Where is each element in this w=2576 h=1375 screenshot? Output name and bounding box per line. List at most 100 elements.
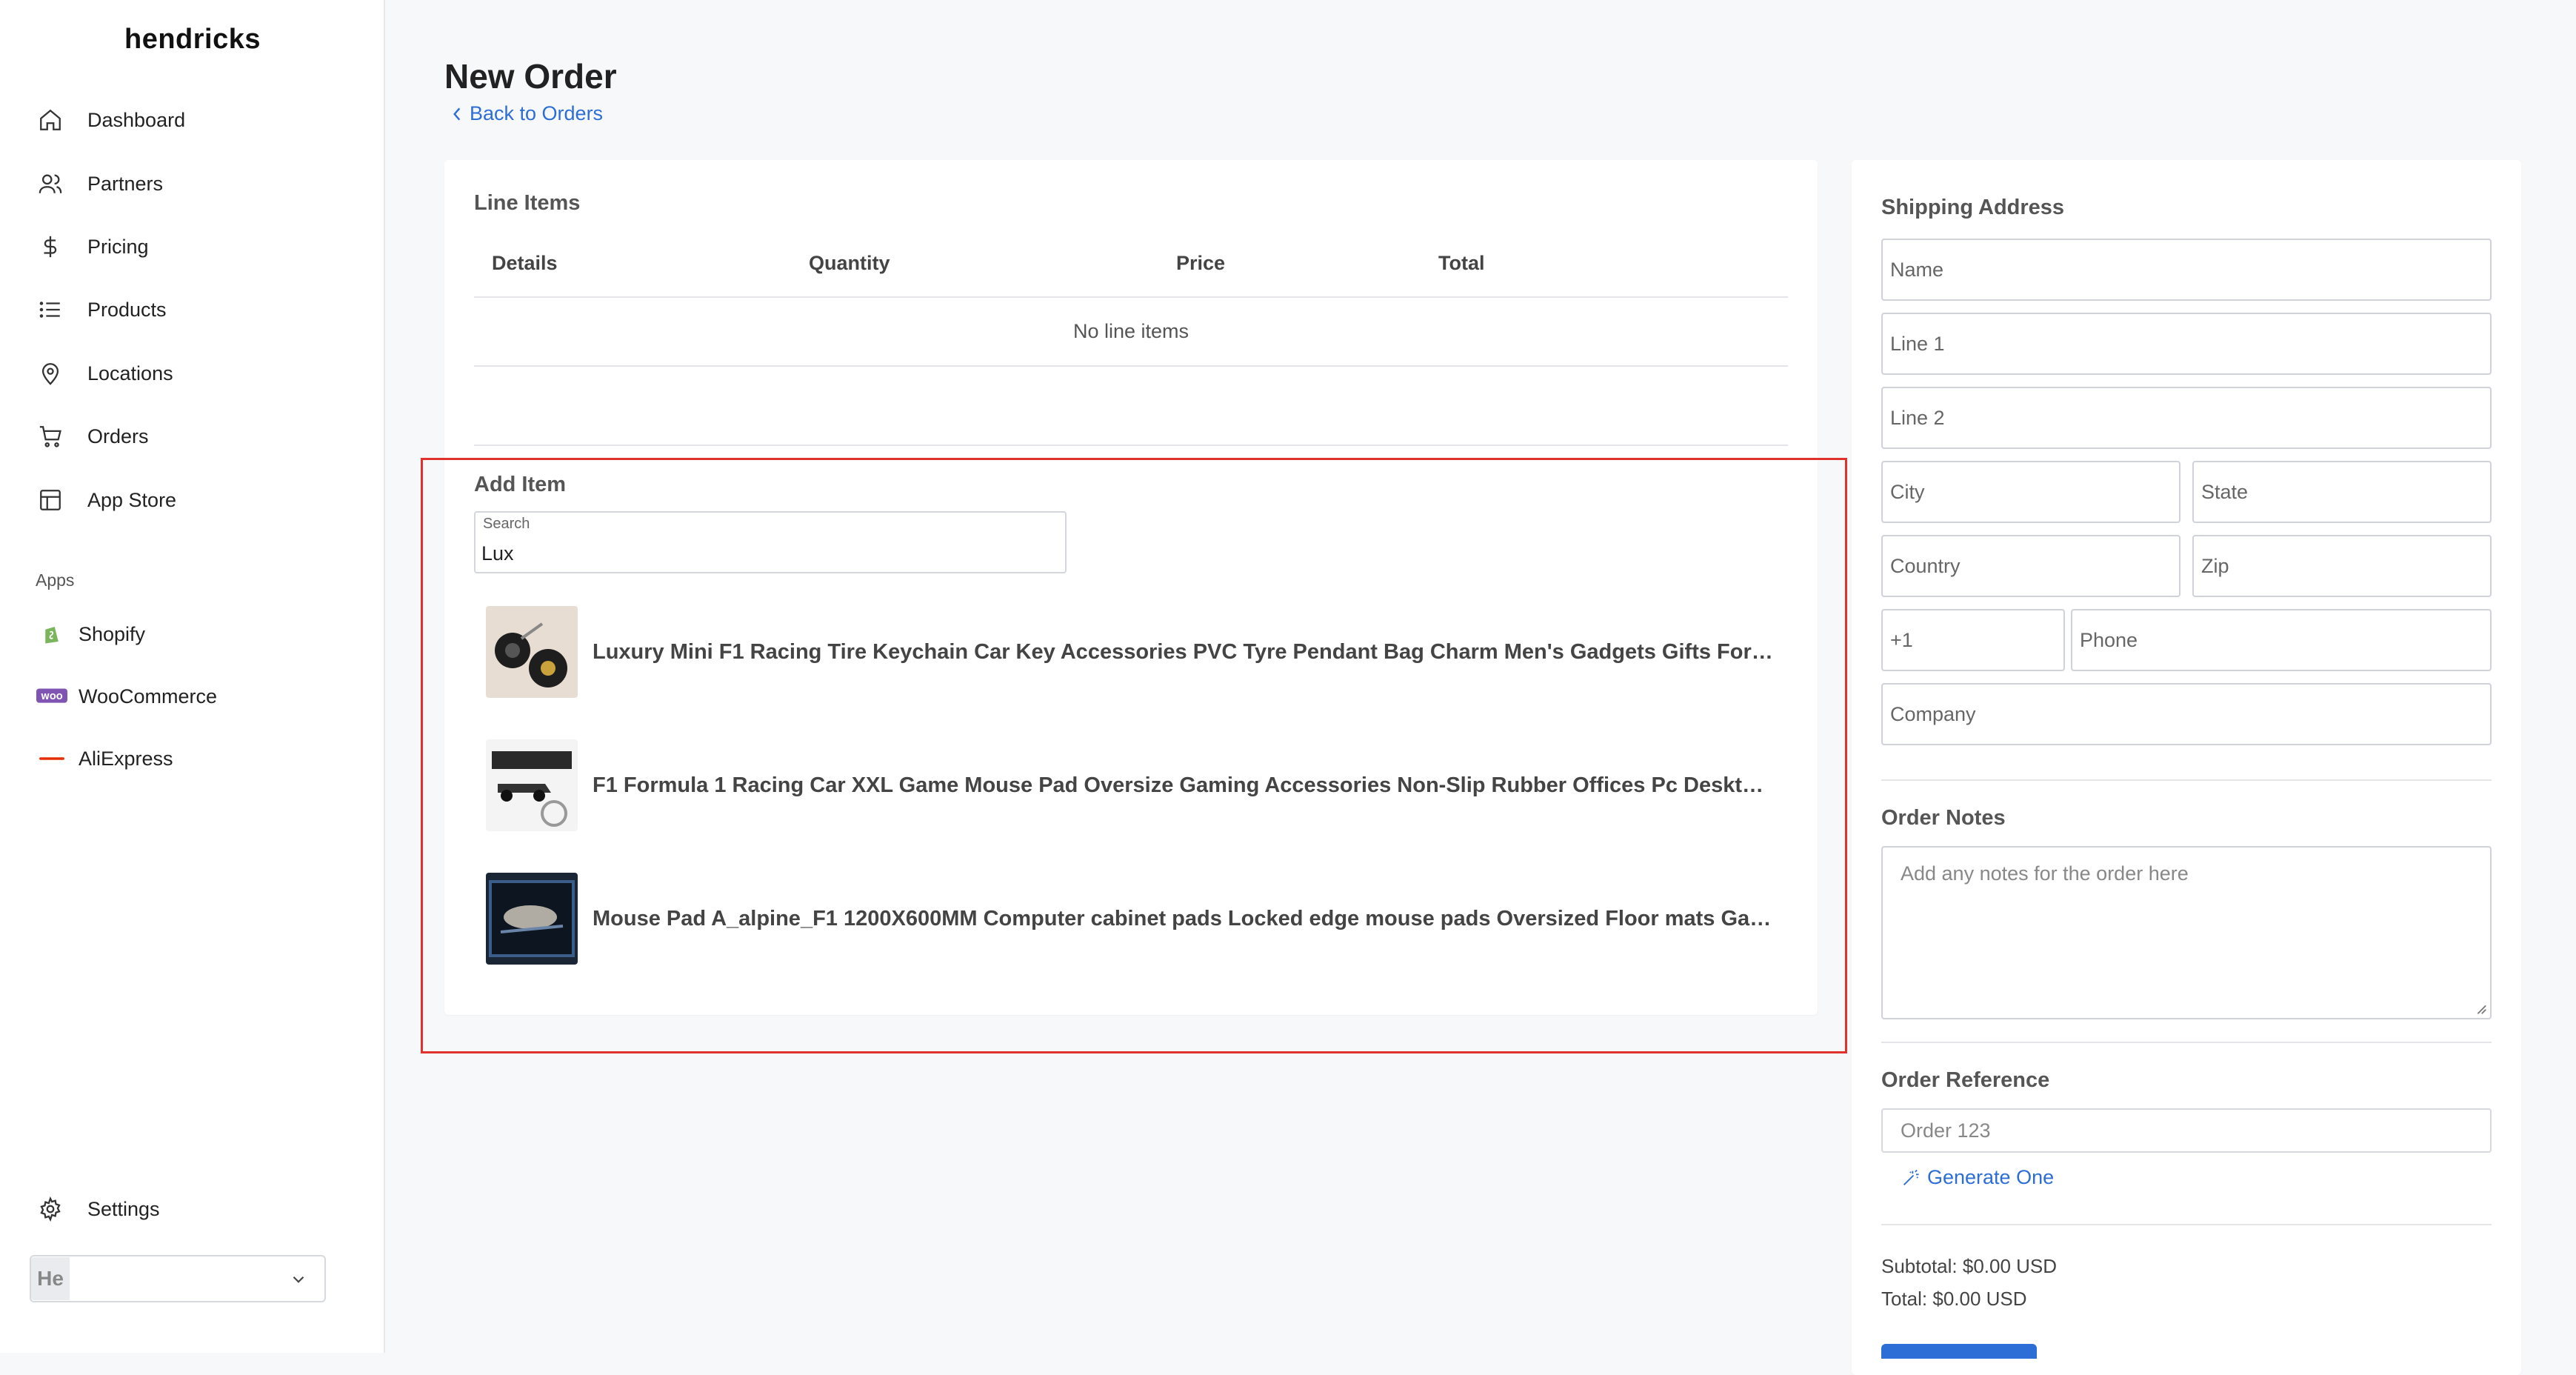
app-label: WooCommerce [79, 685, 218, 708]
nav-item-pricing[interactable]: Pricing [36, 226, 149, 267]
nav-item-app-store[interactable]: App Store [36, 479, 176, 521]
shipping-address-title: Shipping Address [1881, 196, 2065, 219]
nav-item-products[interactable]: Products [36, 289, 167, 330]
column-header-details: Details [492, 252, 558, 274]
company-field[interactable] [1881, 683, 2492, 745]
subtotal-text: Subtotal: $0.00 USD [1881, 1255, 2058, 1277]
search-result-item[interactable]: Mouse Pad A_alpine_F1 1200X600MM Compute… [486, 873, 1775, 965]
nav-label: Partners [87, 172, 164, 195]
product-search-field[interactable]: Search [474, 511, 1067, 573]
column-header-quantity: Quantity [809, 252, 890, 274]
city-input[interactable] [1883, 462, 2179, 522]
empty-line-items: No line items [1072, 320, 1189, 342]
aliexpress-logo-icon [36, 747, 68, 770]
nav-label: Settings [87, 1197, 160, 1220]
nav-label: Orders [87, 425, 149, 447]
order-notes-field[interactable] [1881, 846, 2492, 1019]
product-thumbnail [486, 739, 578, 831]
order-reference-input[interactable] [1883, 1110, 2490, 1151]
nav-item-orders[interactable]: Orders [36, 416, 149, 457]
search-input[interactable] [481, 538, 1059, 569]
shopify-logo-icon [36, 622, 68, 646]
magic-wand-icon [1903, 1169, 1919, 1185]
phone-input[interactable] [2072, 610, 2490, 670]
divider [474, 445, 1788, 446]
brand-name: hendricks [124, 24, 261, 55]
gear-icon [36, 1194, 65, 1224]
order-notes-title: Order Notes [1881, 806, 2006, 830]
order-notes-input[interactable] [1883, 848, 2490, 1018]
generate-reference-link[interactable]: Generate One [1901, 1166, 2054, 1189]
result-title: Mouse Pad A_alpine_F1 1200X600MM Compute… [593, 906, 1775, 930]
cart-icon [36, 422, 65, 451]
name-input[interactable] [1883, 240, 2490, 299]
map-pin-icon [36, 359, 65, 388]
app-item-woocommerce[interactable]: WOO WooCommerce [36, 678, 217, 715]
phone-field[interactable] [2071, 609, 2492, 671]
nav-label: Pricing [87, 235, 149, 258]
search-result-item[interactable]: Luxury Mini F1 Racing Tire Keychain Car … [486, 606, 1775, 698]
city-field[interactable] [1881, 461, 2180, 523]
list-icon [36, 295, 65, 324]
app-item-shopify[interactable]: Shopify [36, 616, 145, 653]
generate-label: Generate One [1927, 1166, 2055, 1188]
line2-input[interactable] [1883, 388, 2490, 447]
order-reference-title: Order Reference [1881, 1068, 2050, 1092]
search-result-item[interactable]: F1 Formula 1 Racing Car XXL Game Mouse P… [486, 739, 1775, 831]
nav-label: Locations [87, 362, 173, 384]
page-title: New Order [444, 57, 617, 96]
chevron-down-icon [293, 1276, 304, 1283]
nav-label: App Store [87, 488, 177, 511]
nav-item-settings[interactable]: Settings [36, 1188, 160, 1230]
zip-input[interactable] [2194, 536, 2490, 596]
nav-item-locations[interactable]: Locations [36, 353, 173, 394]
product-thumbnail [486, 606, 578, 698]
result-title: Luxury Mini F1 Racing Tire Keychain Car … [593, 639, 1775, 664]
dollar-icon [36, 232, 65, 262]
app-item-aliexpress[interactable]: AliExpress [36, 740, 173, 777]
line1-field[interactable] [1881, 313, 2492, 375]
company-input[interactable] [1883, 685, 2490, 744]
workspace-select[interactable]: He [30, 1255, 326, 1302]
back-to-orders-link[interactable]: Back to Orders [450, 102, 603, 125]
phone-code-input[interactable] [1883, 610, 2063, 670]
country-input[interactable] [1883, 536, 2179, 596]
app-label: AliExpress [79, 747, 173, 770]
line-items-title: Line Items [474, 191, 581, 215]
nav-label: Products [87, 298, 167, 321]
line1-input[interactable] [1883, 314, 2490, 373]
woocommerce-logo-icon: WOO [36, 685, 68, 708]
order-reference-field[interactable] [1881, 1108, 2492, 1153]
column-header-total: Total [1438, 252, 1485, 274]
name-field[interactable] [1881, 239, 2492, 301]
divider [474, 296, 1788, 298]
zip-field[interactable] [2192, 535, 2492, 597]
submit-order-button[interactable] [1881, 1344, 2037, 1359]
sidebar: hendricks Dashboard Partners Pricing Pro… [0, 0, 385, 1353]
result-title: F1 Formula 1 Racing Car XXL Game Mouse P… [593, 773, 1775, 797]
state-input[interactable] [2194, 462, 2490, 522]
phone-code-field[interactable] [1881, 609, 2065, 671]
nav-item-partners[interactable]: Partners [36, 163, 163, 204]
divider [474, 365, 1788, 367]
resize-handle-icon[interactable] [2474, 1002, 2487, 1015]
users-icon [36, 169, 65, 199]
nav-item-dashboard[interactable]: Dashboard [36, 99, 185, 141]
svg-text:WOO: WOO [41, 693, 63, 702]
total-text: Total: $0.00 USD [1881, 1288, 2027, 1310]
divider [1881, 1042, 2492, 1043]
layout-icon [36, 485, 65, 515]
back-link-label: Back to Orders [470, 102, 604, 124]
apps-header: Apps [36, 570, 75, 590]
divider [1881, 1224, 2492, 1225]
line2-field[interactable] [1881, 387, 2492, 449]
home-icon [36, 105, 65, 135]
nav-label: Dashboard [87, 108, 186, 131]
chevron-left-icon [453, 107, 461, 120]
workspace-avatar: He [31, 1257, 70, 1300]
divider [1881, 779, 2492, 781]
country-field[interactable] [1881, 535, 2180, 597]
product-thumbnail [486, 873, 578, 965]
state-field[interactable] [2192, 461, 2492, 523]
app-label: Shopify [79, 622, 146, 645]
